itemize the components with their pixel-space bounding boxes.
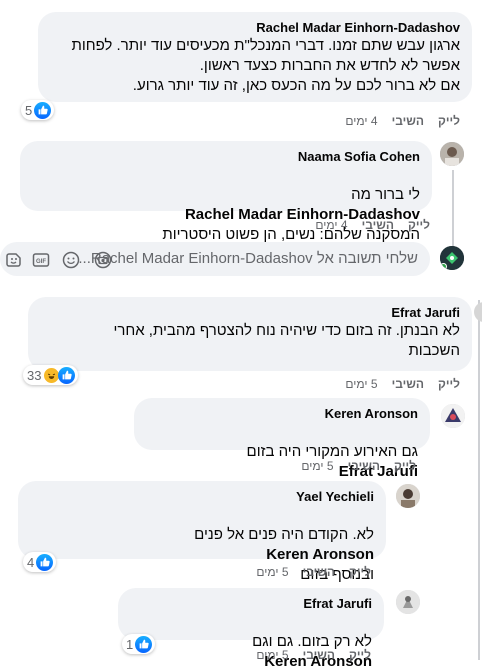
comment-bubble: Efrat Jarufi לא הבנתן. זה בזום כדי שיהיה… [28, 297, 472, 371]
reply-input[interactable]: שלחי תשובה אל Rachel Madar Einhorn-Dadas… [0, 242, 430, 276]
gif-icon[interactable]: GIF [32, 251, 50, 269]
like-icon [34, 101, 52, 119]
avatar[interactable] [396, 484, 420, 508]
reply-link[interactable]: השיבי [362, 218, 394, 232]
comment-text: אם לא ברור לכם על מה הכעס כאן, זה עוד יו… [132, 77, 460, 94]
comment-text: ארגון עבש שתם זמנו. דברי המנכל"ת מכעיסים… [71, 37, 460, 54]
comment-text-line: גם האירוע המקורי היה בזום Efrat Jarufi [146, 422, 418, 482]
comment-text: השכבות [408, 342, 460, 359]
comment-text-line: לי ברור מה Rachel Madar Einhorn-Dadashov [32, 165, 420, 225]
avatar[interactable] [440, 142, 464, 166]
comment-bubble: Rachel Madar Einhorn-Dadashov ארגון עבש … [38, 12, 472, 102]
avatar[interactable] [441, 404, 465, 428]
svg-text:GIF: GIF [36, 259, 46, 265]
reaction-count-label: 33 [27, 367, 42, 383]
comment-author[interactable]: Efrat Jarufi [130, 595, 372, 612]
reaction-count[interactable]: 4 [23, 552, 57, 572]
comment-timestamp[interactable]: 4 ימים [315, 218, 347, 232]
like-icon [36, 553, 54, 571]
like-link[interactable]: לייק [349, 565, 371, 579]
comment-text: לא. הקודם היה פנים אל פנים [194, 526, 374, 543]
comment-timestamp[interactable]: 5 ימים [256, 565, 288, 579]
thread-line [452, 170, 454, 256]
comment-author[interactable]: Keren Aronson [146, 405, 418, 422]
like-link[interactable]: לייק [394, 459, 416, 473]
reaction-count[interactable]: 1 [122, 634, 156, 654]
comment-text-line: לא. הקודם היה פנים אל פנים Keren Aronson [30, 505, 374, 565]
comment-author[interactable]: Efrat Jarufi [40, 304, 460, 321]
avatar[interactable] [396, 590, 420, 614]
like-link[interactable]: לייק [349, 648, 371, 662]
reply-link[interactable]: השיבי [348, 459, 380, 473]
reply-link[interactable]: השיבי [392, 377, 424, 391]
thread-line [478, 300, 480, 660]
camera-icon[interactable] [94, 251, 112, 269]
reaction-count-label: 5 [25, 102, 33, 118]
comment-bubble: Keren Aronson גם האירוע המקורי היה בזום … [134, 398, 430, 480]
comment-author[interactable]: Yael Yechieli [30, 488, 374, 505]
like-link[interactable]: לייק [408, 218, 430, 232]
comment-actions: לייק השיבי 5 ימים [345, 377, 460, 391]
like-link[interactable]: לייק [438, 114, 460, 128]
comment-actions: לייק השיבי 4 ימים [315, 218, 430, 232]
comment-bubble: Naama Sofia Cohen לי ברור מה Rachel Mada… [20, 141, 432, 243]
avatar-icon[interactable] [440, 246, 464, 270]
comment-timestamp[interactable]: 5 ימים [345, 377, 377, 391]
reaction-count-label: 4 [27, 554, 35, 570]
comment-timestamp[interactable]: 4 ימים [345, 114, 377, 128]
reply-link[interactable]: השיבי [392, 114, 424, 128]
comment-bubble: Efrat Jarufi לא רק בזום. גם וגם Keren Ar… [118, 588, 384, 667]
like-icon [135, 635, 153, 653]
comment-timestamp[interactable]: 5 ימים [256, 648, 288, 662]
mention-link[interactable]: Keren Aronson [266, 546, 374, 563]
sticker-icon[interactable] [5, 251, 23, 269]
comment-actions: לייק השיבי 5 ימים [301, 459, 416, 473]
comment-text: לי ברור מה [351, 186, 420, 203]
comment-bubble: Yael Yechieli לא. הקודם היה פנים אל פנים… [18, 481, 386, 583]
avatar[interactable] [474, 302, 482, 322]
comment-text: אפשר לא לחדש את החברות כצעד ראשון. [199, 57, 460, 74]
reply-link[interactable]: השיבי [303, 648, 335, 662]
comment-author[interactable]: Naama Sofia Cohen [32, 148, 420, 165]
reaction-count[interactable]: 5 [21, 100, 55, 120]
comment-text: לא הבנתן. זה בזום כדי שיהיה נוח להצטרף מ… [113, 322, 460, 339]
online-indicator [440, 263, 447, 270]
comment-actions: לייק השיבי 5 ימים [256, 648, 371, 662]
like-link[interactable]: לייק [438, 377, 460, 391]
comment-actions: לייק השיבי 4 ימים [345, 114, 460, 128]
like-icon [58, 366, 76, 384]
comment-actions: לייק השיבי 5 ימים [256, 565, 371, 579]
emoji-icon[interactable] [62, 251, 80, 269]
reply-link[interactable]: השיבי [303, 565, 335, 579]
comment-text: גם האירוע המקורי היה בזום [246, 443, 418, 460]
reply-placeholder[interactable]: שלחי תשובה אל Rachel Madar Einhorn-Dadas… [78, 250, 418, 267]
reaction-count-label: 1 [126, 636, 134, 652]
comment-timestamp[interactable]: 5 ימים [301, 459, 333, 473]
reaction-count[interactable]: 33 [23, 365, 79, 385]
comment-author[interactable]: Rachel Madar Einhorn-Dadashov [50, 19, 460, 36]
